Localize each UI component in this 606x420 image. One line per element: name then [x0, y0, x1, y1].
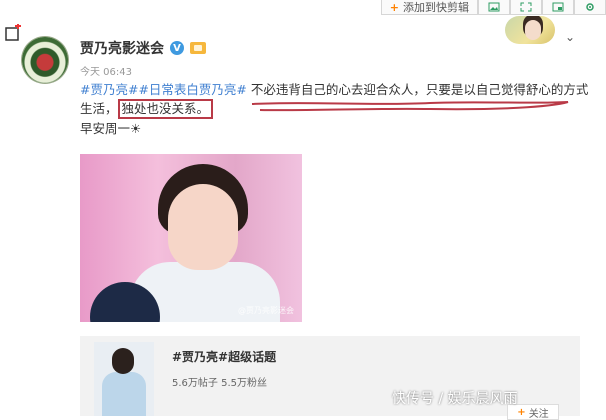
author-name[interactable]: 贾乃亮影迷会 — [80, 38, 164, 58]
user-avatar[interactable] — [505, 16, 555, 44]
window-icon[interactable] — [542, 0, 574, 15]
hashtag-link[interactable]: #日常表白贾乃亮# — [138, 82, 246, 97]
image-icon[interactable] — [478, 0, 510, 15]
author-avatar[interactable] — [22, 37, 68, 83]
hashtag-link[interactable]: #贾乃亮# — [80, 82, 138, 97]
settings-icon[interactable] — [574, 0, 606, 15]
expand-icon[interactable] — [510, 0, 542, 15]
follow-label: 关注 — [528, 408, 549, 420]
highlighted-phrase: 独处也没关系。 — [117, 99, 214, 119]
site-watermark: 快传号 / 娱乐晨风雨 — [392, 391, 518, 407]
top-toolbar: + 添加到快剪辑 — [380, 0, 606, 15]
post-photo[interactable]: @贾乃亮影迷会 — [80, 154, 302, 322]
author-name-row: 贾乃亮影迷会 V — [80, 38, 206, 58]
topic-thumbnail — [94, 342, 154, 416]
red-underline-annotation — [251, 101, 569, 112]
sun-emoji-icon: ☀ — [130, 121, 142, 136]
chevron-down-icon[interactable]: ⌄ — [565, 30, 575, 44]
verified-badge-icon: V — [170, 41, 184, 55]
post-time[interactable]: 今天 06:43 — [80, 63, 132, 78]
add-to-clip-button[interactable]: + 添加到快剪辑 — [380, 0, 478, 15]
edit-note-icon[interactable] — [4, 24, 24, 44]
add-to-clip-label: 添加到快剪辑 — [403, 1, 469, 14]
plus-icon: + — [389, 0, 399, 14]
topic-meta: 5.6万帖子 5.5万粉丝 — [172, 378, 267, 389]
image-watermark: @贾乃亮影迷会 — [238, 306, 294, 315]
topic-title[interactable]: #贾乃亮#超级话题 — [172, 348, 276, 365]
member-badge-icon — [190, 42, 206, 54]
greeting-text: 早安周一 — [80, 121, 131, 136]
